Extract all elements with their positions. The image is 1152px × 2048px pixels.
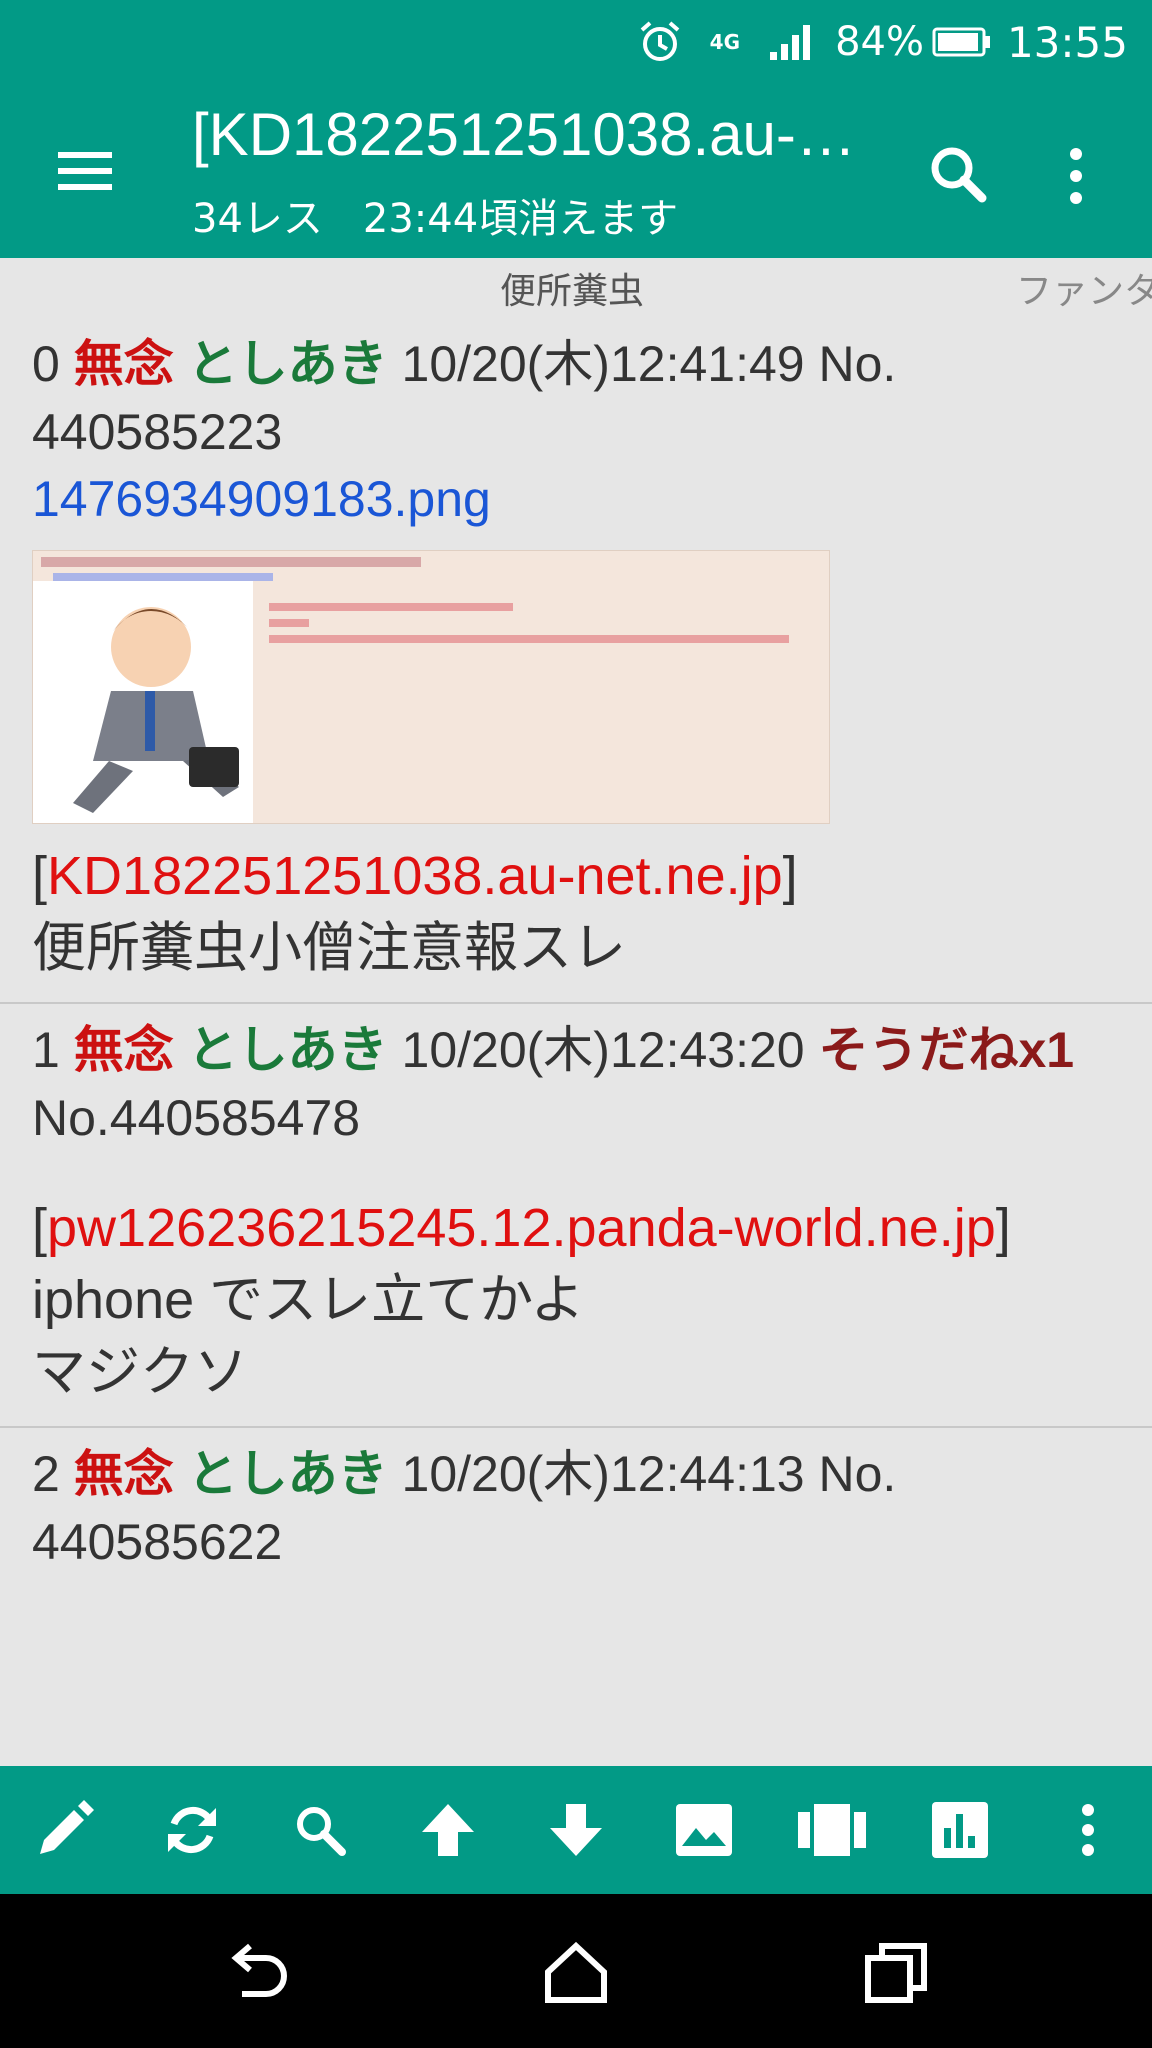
post-name: としあき [187, 336, 388, 392]
post-no-label: No. [818, 336, 897, 392]
post-item[interactable]: 0 無念 としあき 10/20(木)12:41:49 No. 440585223… [0, 318, 1152, 1004]
attachment-thumbnail[interactable] [32, 550, 830, 824]
post-no-label: No. [818, 1446, 897, 1502]
menu-icon[interactable] [50, 136, 120, 206]
system-nav-bar [0, 1894, 1152, 2048]
post-item[interactable]: 2 無念 としあき 10/20(木)12:44:13 No. 440585622 [0, 1428, 1152, 1594]
post-number: 0 [32, 336, 60, 392]
clock: 13:55 [1006, 17, 1128, 67]
post-body: [KD182251251038.au-net.ne.jp] 便所糞虫小僧注意報ス… [32, 846, 798, 978]
image-icon[interactable] [667, 1793, 741, 1867]
attachment-link[interactable]: 1476934909183.png [32, 466, 1120, 532]
post-header: 2 無念 としあき 10/20(木)12:44:13 No. 440585622 [32, 1440, 1120, 1576]
more-vert-icon[interactable] [1046, 136, 1106, 216]
battery-icon [932, 14, 992, 70]
post-item[interactable]: 1 無念 としあき 10/20(木)12:43:20 そうだねx1 No.440… [0, 1004, 1152, 1428]
post-number: 2 [32, 1446, 60, 1502]
post-host[interactable]: pw126236215245.12.panda-world.ne.jp [47, 1198, 996, 1258]
post-body: [pw126236215245.12.panda-world.ne.jp] ip… [32, 1198, 1011, 1402]
post-header: 0 無念 としあき 10/20(木)12:41:49 No. 440585223 [32, 330, 1120, 466]
post-id: 440585622 [32, 1514, 283, 1570]
recents-icon[interactable] [856, 1934, 936, 2014]
arrow-up-icon[interactable] [411, 1793, 485, 1867]
battery-percent: 84% [835, 19, 924, 65]
post-no-label: No.440585478 [32, 1090, 361, 1146]
post-subject: 無念 [73, 336, 174, 392]
home-icon[interactable] [536, 1934, 616, 2014]
status-bar: 4G 84% 13:55 [0, 0, 1152, 84]
post-body-line: 便所糞虫小僧注意報スレ [32, 918, 626, 978]
board-title: 便所糞虫 [500, 271, 645, 312]
board-tab[interactable]: ファンタ [1016, 262, 1152, 314]
search-icon[interactable] [920, 136, 1000, 216]
post-host[interactable]: KD182251251038.au-net.ne.jp [47, 846, 783, 906]
carousel-icon[interactable] [795, 1793, 869, 1867]
board-bar: 便所糞虫 ファンタ [0, 258, 1152, 312]
more-vert-icon[interactable] [1051, 1793, 1125, 1867]
post-number: 1 [32, 1022, 60, 1078]
pencil-icon[interactable] [27, 1793, 101, 1867]
network-4g-icon: 4G [710, 14, 740, 70]
post-body-line: マジクソ [32, 1342, 248, 1402]
post-name: としあき [187, 1446, 388, 1502]
bar-chart-icon[interactable] [923, 1793, 997, 1867]
arrow-down-icon[interactable] [539, 1793, 613, 1867]
post-body-line: iphone でスレ立てかよ [32, 1270, 585, 1330]
alarm-icon [636, 14, 684, 70]
app-bar: [KD182251251038.au-net.ne.jp] 34レス 23:44… [0, 84, 1152, 258]
post-datetime: 10/20(木)12:43:20 [401, 1022, 805, 1078]
post-name: としあき [187, 1022, 388, 1078]
post-list: 0 無念 としあき 10/20(木)12:41:49 No. 440585223… [0, 318, 1152, 1594]
post-header: 1 無念 としあき 10/20(木)12:43:20 そうだねx1 No.440… [32, 1016, 1120, 1152]
back-icon[interactable] [216, 1934, 296, 2014]
bottom-toolbar [0, 1766, 1152, 1894]
post-datetime: 10/20(木)12:44:13 [401, 1446, 805, 1502]
soudane-count[interactable]: そうだねx1 [819, 1022, 1075, 1078]
post-subject: 無念 [73, 1022, 174, 1078]
thread-title: [KD182251251038.au-net.ne.jp] [192, 101, 882, 168]
post-id: 440585223 [32, 404, 283, 460]
signal-icon [768, 14, 812, 70]
post-datetime: 10/20(木)12:41:49 [401, 336, 805, 392]
search-icon[interactable] [283, 1793, 357, 1867]
network-label: 4G [709, 30, 740, 54]
refresh-icon[interactable] [155, 1793, 229, 1867]
thread-subtitle: 34レス 23:44頃消えます [192, 196, 679, 242]
post-subject: 無念 [73, 1446, 174, 1502]
